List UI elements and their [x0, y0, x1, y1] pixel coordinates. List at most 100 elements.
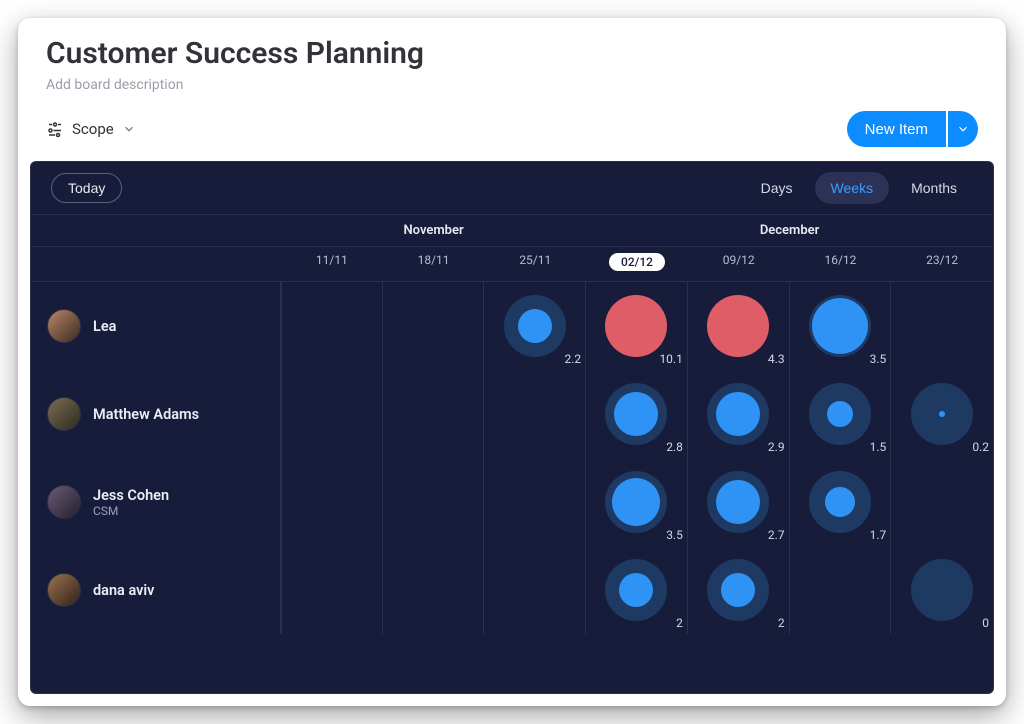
workload-cell[interactable]: 2.7 — [688, 458, 790, 546]
range-days[interactable]: Days — [745, 172, 809, 204]
workload-value: 2.7 — [768, 528, 785, 542]
workload-bubble — [605, 471, 667, 533]
person-cell[interactable]: dana aviv — [31, 546, 281, 634]
workload-value: 2 — [778, 616, 785, 630]
new-item-group: New Item — [847, 111, 978, 147]
workload-cell[interactable]: 4.3 — [688, 282, 790, 370]
workload-cell[interactable]: 1.7 — [790, 458, 892, 546]
workload-bubble — [809, 295, 871, 357]
workload-bubble — [707, 295, 769, 357]
workload-cell[interactable]: 1.5 — [790, 370, 892, 458]
workload-value: 10.1 — [659, 352, 682, 366]
month-right: December — [586, 215, 993, 246]
person-row: Matthew Adams 2.8 2.9 1.5 0.2 — [31, 370, 993, 458]
date-header[interactable]: 09/12 — [688, 247, 790, 281]
workload-bubble — [809, 471, 871, 533]
workload-cell[interactable]: 0.2 — [891, 370, 993, 458]
avatar — [47, 397, 81, 431]
chevron-down-icon — [122, 122, 136, 136]
date-header[interactable]: 18/11 — [383, 247, 485, 281]
avatar — [47, 309, 81, 343]
workload-bubble — [605, 559, 667, 621]
workload-value: 2.9 — [768, 440, 785, 454]
person-name: dana aviv — [93, 582, 154, 599]
scope-label: Scope — [72, 120, 114, 138]
workload-cell[interactable]: 2 — [586, 546, 688, 634]
workload-cell — [891, 458, 993, 546]
person-name: Matthew Adams — [93, 406, 199, 423]
workload-cell — [383, 370, 485, 458]
workload-value: 2 — [676, 616, 683, 630]
workload-cell — [484, 370, 586, 458]
workload-cell — [281, 282, 383, 370]
header-spacer — [31, 247, 281, 281]
new-item-dropdown[interactable] — [948, 111, 978, 147]
workload-cell[interactable]: 2.8 — [586, 370, 688, 458]
date-header[interactable]: 23/12 — [891, 247, 993, 281]
today-button[interactable]: Today — [51, 173, 122, 203]
workload-cell[interactable]: 3.5 — [790, 282, 892, 370]
person-role: CSM — [93, 504, 169, 518]
person-row: dana aviv 2 2 0 — [31, 546, 993, 634]
workload-value: 1.7 — [870, 528, 887, 542]
workload-cell — [383, 546, 485, 634]
toolbar: Scope New Item — [18, 101, 1006, 161]
header-spacer — [31, 215, 281, 246]
workload-cell — [790, 546, 892, 634]
workload-cell — [891, 282, 993, 370]
workload-cell — [484, 458, 586, 546]
app-frame: Customer Success Planning Add board desc… — [18, 18, 1006, 706]
range-weeks[interactable]: Weeks — [815, 172, 890, 204]
workload-cell — [484, 546, 586, 634]
grid-body: Lea 2.2 10.1 4.3 3.5 Matthew Adams 2.8 2.9 1.5 0.… — [31, 282, 993, 693]
workload-bubble — [707, 383, 769, 445]
workload-bubble — [809, 383, 871, 445]
date-header[interactable]: 02/12 — [586, 247, 688, 281]
workload-bubble — [911, 559, 973, 621]
range-segmented: Days Weeks Months — [745, 172, 973, 204]
board-description-input[interactable]: Add board description — [46, 77, 978, 93]
person-cell[interactable]: Jess CohenCSM — [31, 458, 281, 546]
workload-value: 2.2 — [564, 352, 581, 366]
header: Customer Success Planning Add board desc… — [18, 18, 1006, 101]
person-name: Lea — [93, 318, 116, 335]
workload-cell[interactable]: 2.9 — [688, 370, 790, 458]
date-header[interactable]: 25/11 — [484, 247, 586, 281]
workload-bubble — [605, 383, 667, 445]
workload-cell[interactable]: 2 — [688, 546, 790, 634]
workload-cell[interactable]: 2.2 — [484, 282, 586, 370]
date-header[interactable]: 11/11 — [281, 247, 383, 281]
workload-value: 2.8 — [666, 440, 683, 454]
person-cell[interactable]: Lea — [31, 282, 281, 370]
avatar — [47, 485, 81, 519]
person-row: Lea 2.2 10.1 4.3 3.5 — [31, 282, 993, 370]
person-name: Jess Cohen — [93, 487, 169, 504]
page-title: Customer Success Planning — [46, 36, 978, 71]
range-months[interactable]: Months — [895, 172, 973, 204]
date-header[interactable]: 16/12 — [790, 247, 892, 281]
workload-cell — [383, 458, 485, 546]
workload-bubble — [504, 295, 566, 357]
workload-value: 1.5 — [870, 440, 887, 454]
workload-cell — [281, 370, 383, 458]
workload-bubble — [707, 471, 769, 533]
avatar — [47, 573, 81, 607]
settings-toggle-icon — [46, 120, 64, 138]
current-date-pill: 02/12 — [609, 253, 665, 271]
month-left: November — [281, 215, 586, 246]
workload-value: 0.2 — [972, 440, 989, 454]
month-header-row: November December — [31, 215, 993, 247]
workload-cell[interactable]: 0 — [891, 546, 993, 634]
new-item-button[interactable]: New Item — [847, 111, 946, 147]
scope-button[interactable]: Scope — [46, 120, 136, 138]
workload-cell[interactable]: 10.1 — [586, 282, 688, 370]
workload-cell — [281, 458, 383, 546]
panel-toolbar: Today Days Weeks Months — [31, 162, 993, 215]
workload-value: 0 — [982, 616, 989, 630]
workload-cell — [383, 282, 485, 370]
person-cell[interactable]: Matthew Adams — [31, 370, 281, 458]
workload-value: 4.3 — [768, 352, 785, 366]
person-row: Jess CohenCSM 3.5 2.7 1.7 — [31, 458, 993, 546]
workload-bubble — [911, 383, 973, 445]
workload-cell[interactable]: 3.5 — [586, 458, 688, 546]
